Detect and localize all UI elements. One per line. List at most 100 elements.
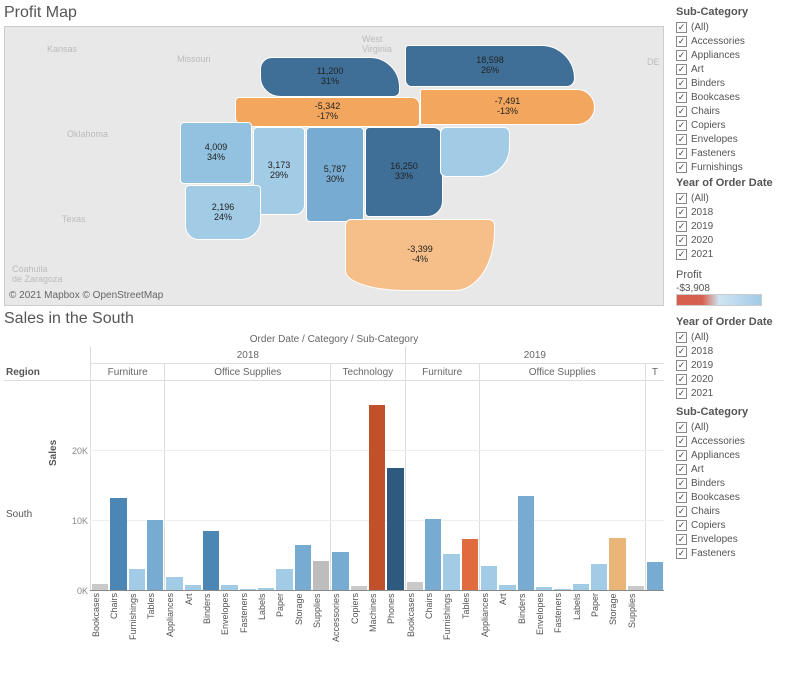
profit-map[interactable]: Kansas Missouri West Virginia Oklahoma T… (4, 26, 664, 306)
state-florida[interactable]: -3,399-4% (345, 219, 495, 291)
checkbox-icon: ✓ (676, 436, 687, 447)
subcat-item-4[interactable]: ✓Binders (676, 76, 800, 90)
subcat-item-8[interactable]: ✓ Envelopes (676, 132, 800, 146)
year-item-2[interactable]: ✓2019 (676, 219, 800, 233)
subcat-item-0[interactable]: ✓(All) (676, 20, 800, 34)
x-label: Accessories (331, 591, 349, 647)
subcat2-item-7[interactable]: ✓Copiers (676, 518, 800, 532)
checkbox-icon: ✓ (676, 506, 687, 517)
state-alabama[interactable]: 5,78730% (306, 127, 364, 222)
subcat-item-7[interactable]: ✓Copiers (676, 118, 800, 132)
subcat-item-6[interactable]: ✓ Chairs (676, 104, 800, 118)
subcat-item-10[interactable]: ✓Furnishings (676, 160, 800, 174)
category-header: Furniture (405, 364, 479, 381)
state-virginia[interactable]: 18,59826% (405, 45, 575, 87)
subcat-item-5[interactable]: ✓Bookcases (676, 90, 800, 104)
state-north-carolina[interactable]: -7,491-13% (420, 89, 595, 125)
year2-item-3[interactable]: ✓ 2020 (676, 372, 800, 386)
subcat2-item-6[interactable]: ✓Chairs (676, 504, 800, 518)
state-kentucky[interactable]: 11,20031% (260, 57, 400, 97)
state-louisiana[interactable]: 2,19624% (185, 185, 261, 240)
checkbox-icon: ✓ (676, 22, 687, 33)
filter-year2-title: Year of Order Date (676, 316, 800, 328)
checkbox-icon: ✓ (676, 249, 687, 260)
legend-profit-min: -$3,908 (676, 283, 800, 294)
checkbox-icon: ✓ (676, 374, 687, 385)
x-label: Fasteners (239, 591, 257, 647)
subcat-item-2[interactable]: ✓ Appliances (676, 48, 800, 62)
filter-subcat2-title: Sub-Category (676, 406, 800, 418)
x-label: Storage (608, 591, 626, 647)
checkbox-label: Binders (691, 478, 725, 489)
checkbox-label: Envelopes (691, 534, 738, 545)
year-item-1[interactable]: ✓2018 (676, 205, 800, 219)
year-header: 2018 (90, 347, 405, 364)
subcat2-item-2[interactable]: ✓Appliances (676, 448, 800, 462)
bg-coahuila: Coahuila de Zaragoza (10, 262, 65, 286)
year2-item-4[interactable]: ✓2021 (676, 386, 800, 400)
x-label: Envelopes (220, 591, 238, 647)
checkbox-label: 2019 (691, 360, 713, 371)
category-header: Office Supplies (164, 364, 330, 381)
checkbox-label: Furnishings (691, 162, 743, 173)
checkbox-icon: ✓ (676, 492, 687, 503)
checkbox-label: 2018 (691, 346, 713, 357)
subcat2-item-9[interactable]: ✓Fasteners (676, 546, 800, 560)
x-label: Bookcases (406, 591, 424, 647)
checkbox-label: Envelopes (691, 134, 738, 145)
checkbox-icon: ✓ (676, 332, 687, 343)
checkbox-icon: ✓ (676, 134, 687, 145)
bg-missouri: Missouri (175, 52, 213, 66)
checkbox-label: 2021 (691, 249, 713, 260)
x-label: Appliances (165, 591, 183, 647)
checkbox-label: 2020 (691, 374, 713, 385)
checkbox-icon: ✓ (676, 106, 687, 117)
sales-chart[interactable]: Order Date / Category / Sub-Category Reg… (4, 332, 664, 647)
y-axis-label: Sales (48, 440, 59, 466)
checkbox-icon: ✓ (676, 193, 687, 204)
subcat2-item-5[interactable]: ✓Bookcases (676, 490, 800, 504)
category-header: T (645, 364, 664, 381)
x-label: Binders (202, 591, 220, 647)
year2-item-0[interactable]: ✓ (All) (676, 330, 800, 344)
year-item-4[interactable]: ✓ 2021 (676, 247, 800, 261)
year2-item-2[interactable]: ✓ 2019 (676, 358, 800, 372)
x-label: Supplies (312, 591, 330, 647)
x-label: Paper (275, 591, 293, 647)
x-label: Labels (572, 591, 590, 647)
state-arkansas[interactable]: 4,00934% (180, 122, 252, 184)
checkbox-icon: ✓ (676, 360, 687, 371)
checkbox-label: Appliances (691, 50, 740, 61)
bg-kansas: Kansas (45, 42, 79, 56)
checkbox-icon: ✓ (676, 478, 687, 489)
map-attribution: © 2021 Mapbox © OpenStreetMap (9, 290, 163, 301)
subcat2-item-1[interactable]: ✓Accessories (676, 434, 800, 448)
chart-title: Sales in the South (0, 306, 670, 332)
checkbox-label: (All) (691, 332, 709, 343)
state-tennessee[interactable]: -5,342-17% (235, 97, 420, 127)
checkbox-label: Chairs (691, 106, 720, 117)
subcat-item-1[interactable]: ✓Accessories (676, 34, 800, 48)
subcat2-item-4[interactable]: ✓ Binders (676, 476, 800, 490)
legend-profit-bar[interactable] (676, 294, 762, 306)
subcat2-item-0[interactable]: ✓(All) (676, 420, 800, 434)
state-georgia[interactable]: 16,25033% (365, 127, 443, 217)
x-label: Furnishings (442, 591, 460, 647)
category-header: Furniture (90, 364, 164, 381)
checkbox-icon: ✓ (676, 207, 687, 218)
year-item-3[interactable]: ✓2020 (676, 233, 800, 247)
subcat2-item-8[interactable]: ✓Envelopes (676, 532, 800, 546)
year-item-0[interactable]: ✓(All) (676, 191, 800, 205)
checkbox-label: Copiers (691, 520, 725, 531)
y-tick-2: 20K (72, 446, 88, 456)
checkbox-icon: ✓ (676, 148, 687, 159)
x-label: Tables (461, 591, 479, 647)
subcat2-item-3[interactable]: ✓Art (676, 462, 800, 476)
checkbox-icon: ✓ (676, 450, 687, 461)
year2-item-1[interactable]: ✓2018 (676, 344, 800, 358)
bg-texas: Texas (60, 212, 88, 226)
subcat-item-3[interactable]: ✓Art (676, 62, 800, 76)
state-south-carolina[interactable] (440, 127, 510, 177)
checkbox-icon: ✓ (676, 50, 687, 61)
subcat-item-9[interactable]: ✓Fasteners (676, 146, 800, 160)
